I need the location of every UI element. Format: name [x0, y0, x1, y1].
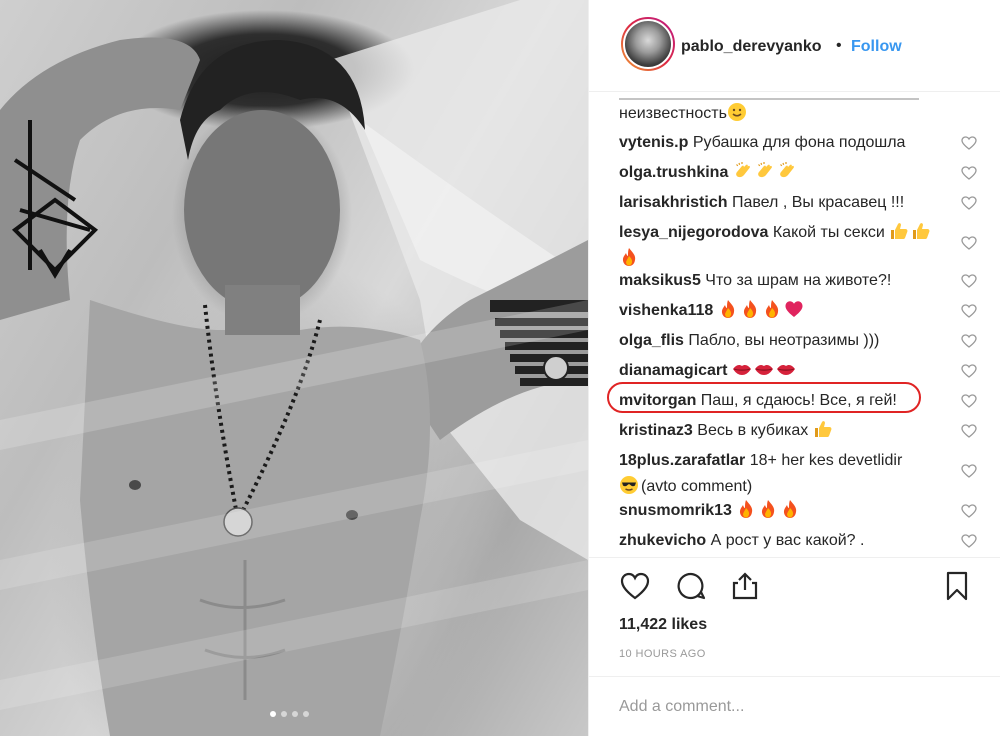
add-comment-bar: [589, 676, 1000, 736]
comment-username[interactable]: dianamagicart: [619, 362, 727, 379]
share-icon[interactable]: [729, 570, 761, 602]
fire-emoji: [622, 248, 636, 266]
comment-fragment: неизвестность: [619, 102, 749, 123]
like-comment-icon[interactable]: [961, 504, 977, 518]
comment-fragment-text: неизвестность: [619, 105, 727, 122]
comment-item[interactable]: vishenka118: [619, 298, 991, 324]
like-comment-icon[interactable]: [961, 464, 977, 478]
comment-item[interactable]: lesya_nijegorodova Какой ты секси: [619, 220, 991, 268]
fire-emoji: [765, 300, 778, 318]
comment-item[interactable]: dianamagicart: [619, 358, 991, 384]
comment-icon[interactable]: [675, 570, 707, 602]
sunglasses-emoji: [620, 476, 638, 494]
comment-text: Что за шрам на животе?!: [705, 272, 892, 289]
follow-button[interactable]: Follow: [851, 38, 902, 56]
thumbs-up-emoji: [891, 223, 908, 239]
comment-username[interactable]: 18plus.zarafatlar: [619, 452, 745, 469]
lips-emoji: [776, 365, 795, 375]
carousel-dots[interactable]: [270, 711, 309, 717]
comment-text: Рубашка для фона подошла: [692, 134, 906, 151]
carousel-dot[interactable]: [292, 711, 298, 717]
avatar[interactable]: [621, 17, 675, 71]
like-comment-icon[interactable]: [961, 424, 977, 438]
comment-text: 18+ her kes devetlidir: [749, 452, 903, 469]
comment-username[interactable]: snusmomrik13: [619, 502, 732, 519]
comment-item[interactable]: maksikus5 Что за шрам на животе?!: [619, 268, 991, 294]
comment-item[interactable]: snusmomrik13: [619, 498, 991, 524]
likes-count[interactable]: 11,422 likes: [619, 616, 707, 634]
comment-username[interactable]: kristinaz3: [619, 422, 693, 439]
fire-emoji: [762, 500, 775, 518]
comment-username[interactable]: olga.trushkina: [619, 164, 728, 181]
comment-text: Какой ты секси: [772, 224, 885, 241]
comment-username[interactable]: mvitorgan: [619, 392, 696, 409]
comment-text: Паш, я сдаюсь! Все, я гей!: [700, 392, 897, 409]
carousel-dot[interactable]: [281, 711, 287, 717]
like-comment-icon[interactable]: [961, 166, 977, 180]
like-comment-icon[interactable]: [961, 534, 977, 548]
red-heart-emoji: [785, 301, 803, 317]
add-comment-input[interactable]: [619, 695, 959, 719]
comment-username[interactable]: larisakhristich: [619, 194, 728, 211]
carousel-dot[interactable]: [303, 711, 309, 717]
comment-username[interactable]: vishenka118: [619, 302, 713, 319]
comment-item[interactable]: kristinaz3 Весь в кубиках: [619, 418, 991, 444]
smile-emoji: [727, 103, 746, 121]
heart-icon[interactable]: [619, 570, 651, 602]
post-header: pablo_derevyanko • Follow: [589, 0, 1000, 92]
photo-artwork: [0, 0, 588, 736]
clap-emoji: [779, 162, 794, 178]
comment-text: Пабло, вы неотразимы ))): [688, 332, 880, 349]
thumbs-up-emoji: [814, 421, 832, 437]
lips-emoji: [754, 365, 773, 375]
comment-username[interactable]: lesya_nijegorodova: [619, 224, 768, 241]
comments-list[interactable]: неизвестность vytenis.p Рубашка для фона…: [589, 92, 1000, 557]
comment-item[interactable]: mvitorgan Паш, я сдаюсь! Все, я гей!: [619, 388, 991, 414]
fire-emoji: [721, 300, 734, 318]
comment-username[interactable]: zhukevicho: [619, 532, 706, 549]
like-comment-icon[interactable]: [961, 136, 977, 150]
comment-username[interactable]: maksikus5: [619, 272, 701, 289]
comment-text-line2: (avto comment): [641, 478, 753, 495]
fire-emoji: [743, 300, 756, 318]
comment-username[interactable]: vytenis.p: [619, 134, 688, 151]
comment-item[interactable]: larisakhristich Павел , Вы красавец !!!: [619, 190, 991, 216]
carousel-dot[interactable]: [270, 711, 276, 717]
comment-item[interactable]: zhukevicho А рост у вас какой? .: [619, 528, 991, 554]
like-comment-icon[interactable]: [961, 394, 977, 408]
fire-emoji: [784, 500, 797, 518]
comment-text: Павел , Вы красавец !!!: [731, 194, 905, 211]
comment-item[interactable]: 18plus.zarafatlar 18+ her kes devetlidir…: [619, 448, 991, 496]
comment-text: А рост у вас какой? .: [710, 532, 865, 549]
bookmark-icon[interactable]: [941, 570, 973, 602]
like-comment-icon[interactable]: [961, 196, 977, 210]
separator-dot: •: [836, 37, 842, 54]
comment-item[interactable]: olga_flis Пабло, вы неотразимы ))): [619, 328, 991, 354]
like-comment-icon[interactable]: [961, 364, 977, 378]
like-comment-icon[interactable]: [961, 274, 977, 288]
comment-text: Весь в кубиках: [697, 422, 809, 439]
lips-emoji: [732, 365, 751, 375]
cut-off-text: [619, 98, 919, 101]
like-comment-icon[interactable]: [961, 334, 977, 348]
comment-item[interactable]: olga.trushkina: [619, 160, 991, 186]
clap-emoji: [735, 162, 750, 178]
like-comment-icon[interactable]: [961, 304, 977, 318]
post-timestamp[interactable]: 10 HOURS AGO: [619, 648, 706, 660]
post-panel: pablo_derevyanko • Follow неизвестность …: [588, 0, 1000, 736]
post-photo[interactable]: [0, 0, 588, 736]
author-username[interactable]: pablo_derevyanko: [681, 38, 822, 56]
comment-username[interactable]: olga_flis: [619, 332, 684, 349]
thumbs-up-emoji: [913, 223, 930, 239]
clap-emoji: [757, 162, 772, 178]
like-comment-icon[interactable]: [961, 236, 977, 250]
comment-item[interactable]: vytenis.p Рубашка для фона подошла: [619, 130, 991, 156]
fire-emoji: [740, 500, 753, 518]
